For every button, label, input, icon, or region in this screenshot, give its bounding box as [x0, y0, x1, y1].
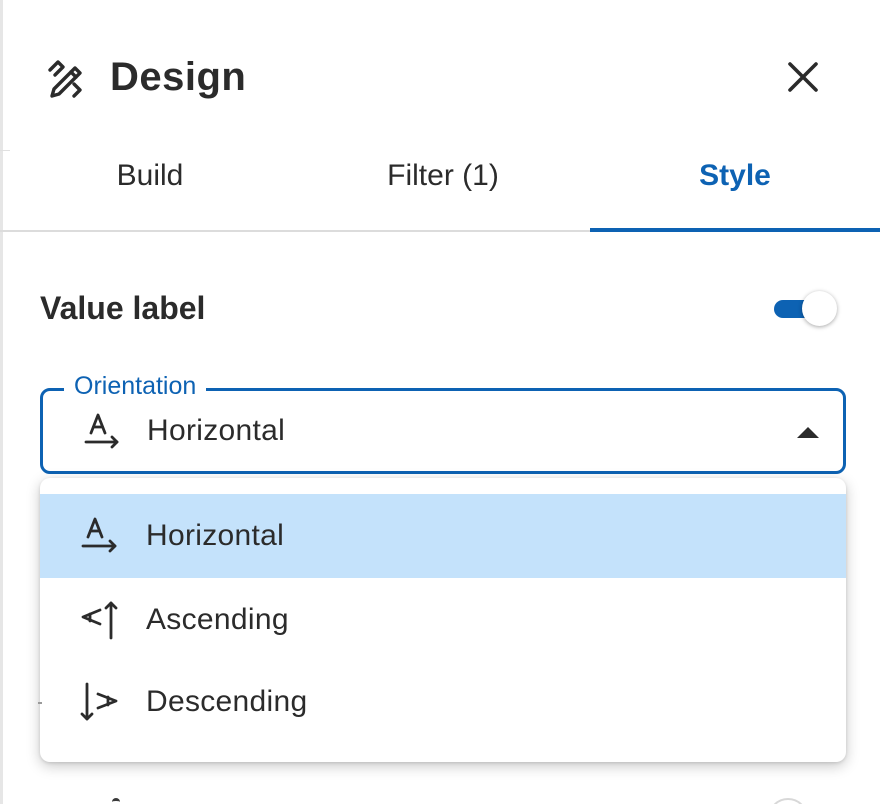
value-label-toggle[interactable]: [772, 290, 840, 328]
text-horizontal-icon: [84, 413, 119, 449]
orientation-dropdown-menu: Horizontal Ascending Descending: [40, 478, 846, 762]
toggle-knob: [802, 291, 837, 326]
tab-bar: Build Filter (1) Style: [0, 140, 880, 232]
option-descending[interactable]: Descending: [40, 660, 846, 744]
design-panel: Design Build Filter (1) Style Value labe…: [0, 0, 880, 804]
pencil-ruler-icon: [48, 60, 82, 98]
caret-up-icon: [797, 427, 819, 438]
close-icon[interactable]: [778, 52, 828, 102]
hidden-toggle-edge: [768, 798, 808, 804]
hidden-content-edge: [112, 798, 120, 804]
option-ascending[interactable]: Ascending: [40, 578, 846, 662]
option-label: Ascending: [146, 603, 289, 636]
tab-filter[interactable]: Filter (1): [330, 140, 556, 228]
text-horizontal-icon: [81, 517, 117, 553]
option-label: Descending: [146, 685, 308, 718]
orientation-label: Orientation: [64, 368, 207, 404]
text-ascending-icon: [81, 601, 118, 640]
orientation-selected-value: Horizontal: [147, 414, 286, 447]
text-descending-icon: [80, 682, 118, 721]
tab-build[interactable]: Build: [40, 140, 260, 228]
tab-style[interactable]: Style: [590, 140, 880, 228]
value-label-heading: Value label: [40, 290, 206, 326]
panel-title: Design: [110, 55, 247, 99]
panel-header: Design: [0, 0, 880, 150]
option-horizontal[interactable]: Horizontal: [40, 494, 846, 578]
option-label: Horizontal: [146, 519, 285, 552]
active-tab-indicator: [590, 228, 880, 232]
hidden-content-edge: [38, 702, 42, 704]
